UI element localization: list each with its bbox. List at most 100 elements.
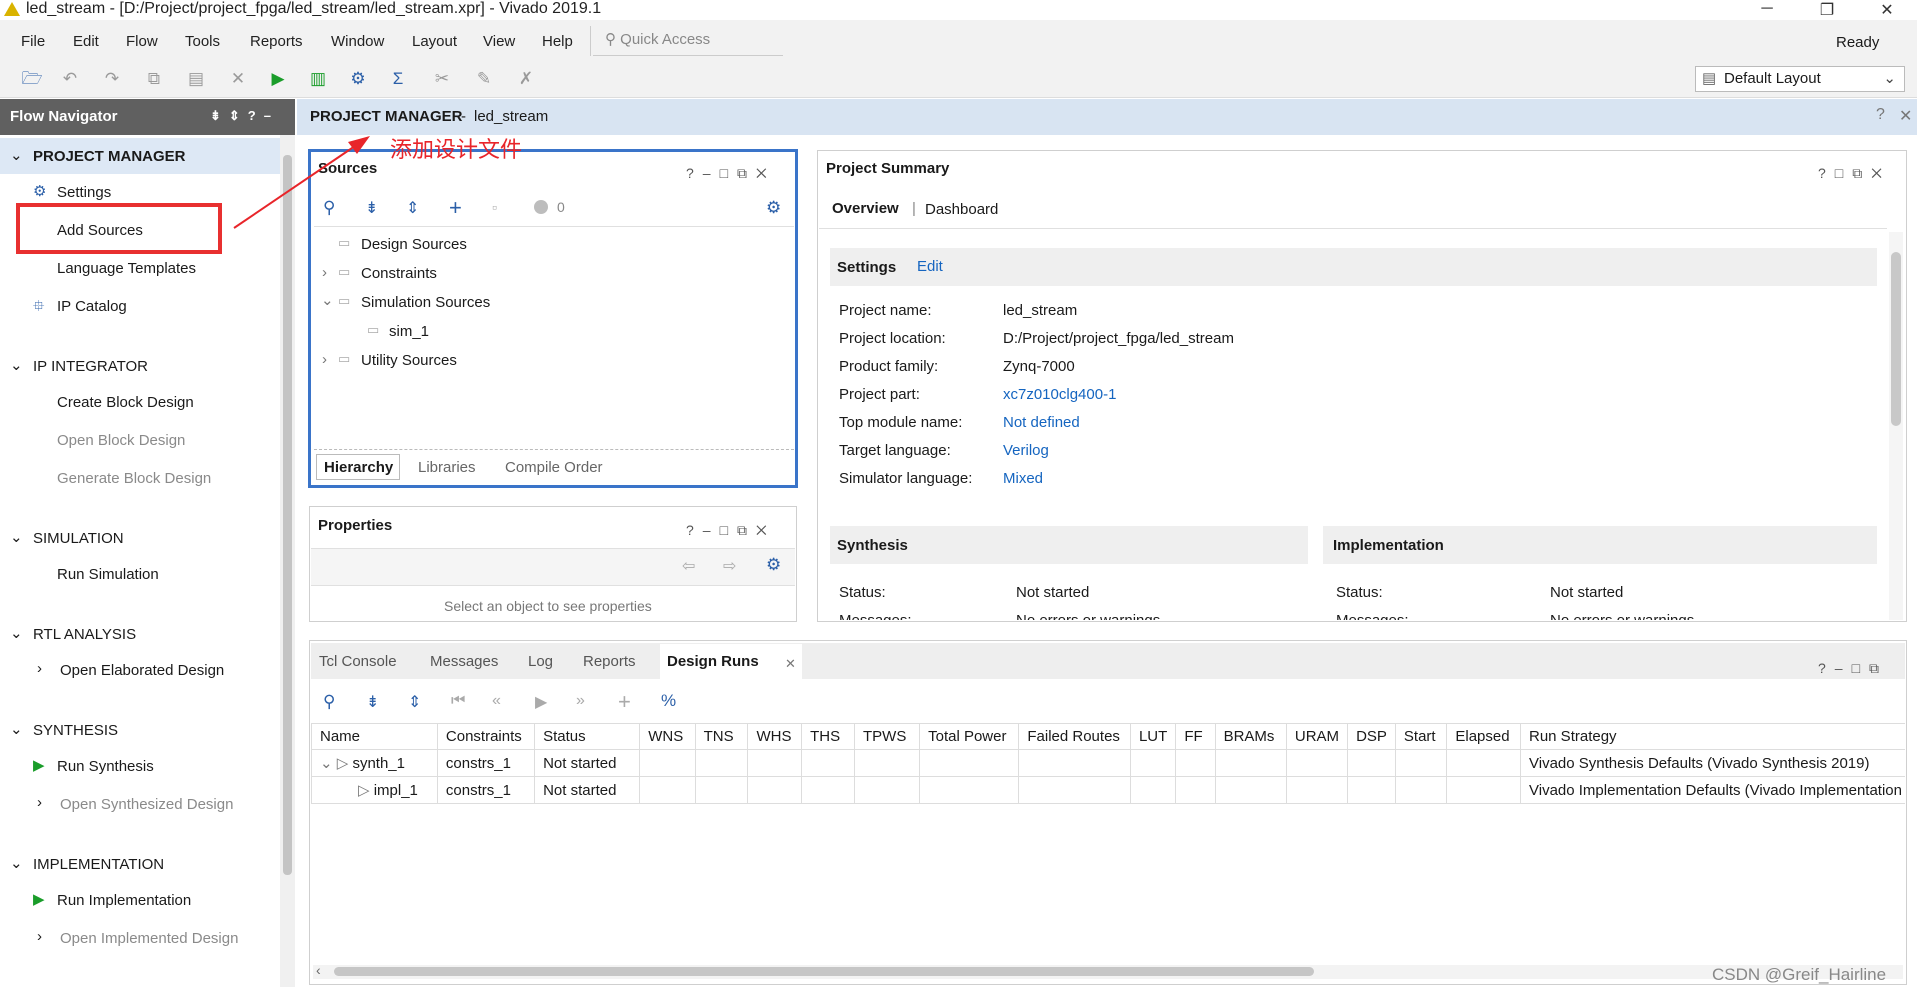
col-whs[interactable]: WHS: [747, 723, 803, 750]
chevron-right-icon[interactable]: ›: [37, 660, 42, 677]
section-project-manager[interactable]: PROJECT MANAGER: [33, 148, 186, 165]
summary-panel-controls[interactable]: ?□⧉✕: [1818, 165, 1891, 182]
field-top-module-link[interactable]: Not defined: [1003, 414, 1080, 431]
previous-icon[interactable]: «: [492, 692, 501, 710]
nav-settings[interactable]: Settings: [57, 184, 111, 201]
menu-tools[interactable]: Tools: [185, 33, 220, 50]
menu-window[interactable]: Window: [331, 33, 384, 50]
col-name[interactable]: Name: [311, 723, 438, 750]
field-project-part-link[interactable]: xc7z010clg400-1: [1003, 386, 1116, 403]
nav-open-block-design[interactable]: Open Block Design: [57, 432, 185, 449]
nav-ip-catalog[interactable]: IP Catalog: [57, 298, 127, 315]
section-simulation[interactable]: SIMULATION: [33, 530, 124, 547]
table-row[interactable]: ▷ impl_1 constrs_1 Not started Vivado Im…: [311, 776, 1905, 804]
section-ip-integrator[interactable]: IP INTEGRATOR: [33, 358, 148, 375]
chevron-down-icon[interactable]: ⌄: [10, 624, 23, 642]
field-simulator-language-link[interactable]: Mixed: [1003, 470, 1043, 487]
menu-view[interactable]: View: [483, 33, 515, 50]
generate-bitstream-icon[interactable]: ▥: [306, 67, 330, 91]
percent-icon[interactable]: %: [661, 691, 676, 711]
col-failed-routes[interactable]: Failed Routes: [1018, 723, 1131, 750]
layout-select[interactable]: ▤ Default Layout ⌄: [1695, 66, 1905, 92]
col-ff[interactable]: FF: [1175, 723, 1216, 750]
restore-icon[interactable]: ❐: [1807, 0, 1847, 20]
paste-icon[interactable]: ▤: [184, 67, 208, 91]
minimize-icon[interactable]: ─: [1747, 0, 1787, 20]
add-icon[interactable]: +: [618, 689, 631, 715]
nav-create-block-design[interactable]: Create Block Design: [57, 394, 194, 411]
tab-overview[interactable]: Overview: [832, 200, 899, 217]
table-row[interactable]: ⌄ ▷ synth_1 constrs_1 Not started Vivado…: [311, 749, 1905, 777]
first-icon[interactable]: ⏮: [451, 692, 465, 710]
close-icon[interactable]: ✕: [1867, 0, 1907, 20]
section-rtl-analysis[interactable]: RTL ANALYSIS: [33, 626, 136, 643]
col-dsp[interactable]: DSP: [1347, 723, 1396, 750]
tab-tcl-console[interactable]: Tcl Console: [319, 653, 397, 670]
col-elapsed[interactable]: Elapsed: [1446, 723, 1521, 750]
settings-edit-link[interactable]: Edit: [917, 258, 943, 275]
summary-scroll-thumb[interactable]: [1891, 252, 1901, 426]
section-implementation[interactable]: IMPLEMENTATION: [33, 856, 164, 873]
col-tns[interactable]: TNS: [694, 723, 749, 750]
chevron-down-icon[interactable]: ⌄: [10, 720, 23, 738]
scroll-left-icon[interactable]: ‹: [316, 962, 321, 978]
flow-navigator-scroll-thumb[interactable]: [283, 155, 292, 875]
nav-open-synthesized-design[interactable]: Open Synthesized Design: [60, 796, 233, 813]
col-tpws[interactable]: TPWS: [854, 723, 921, 750]
menu-reports[interactable]: Reports: [250, 33, 303, 50]
horizontal-scroll-thumb[interactable]: [334, 967, 1314, 976]
nav-run-implementation[interactable]: Run Implementation: [57, 892, 191, 909]
debug-icon[interactable]: ✂: [430, 67, 454, 91]
tab-messages[interactable]: Messages: [430, 653, 498, 670]
col-start[interactable]: Start: [1394, 723, 1448, 750]
col-run-strategy[interactable]: Run Strategy: [1520, 723, 1905, 750]
properties-panel-controls[interactable]: ?–□⧉✕: [686, 522, 776, 539]
nav-generate-block-design[interactable]: Generate Block Design: [57, 470, 211, 487]
close-panel-icon[interactable]: ✕: [1899, 106, 1912, 126]
chevron-down-icon[interactable]: ⌄: [10, 854, 23, 872]
flow-navigator-controls[interactable]: ⇟⇕?–: [210, 108, 279, 124]
help-icon[interactable]: ?: [1876, 106, 1885, 124]
wand-icon[interactable]: ✎: [472, 67, 496, 91]
quick-access-input[interactable]: ⚲ Quick Access: [593, 28, 783, 56]
tab-reports[interactable]: Reports: [583, 653, 636, 670]
chevron-right-icon[interactable]: ›: [37, 928, 42, 945]
open-project-icon[interactable]: 🗁: [20, 67, 44, 91]
chevron-down-icon[interactable]: ⌄: [10, 356, 23, 374]
expand-all-icon[interactable]: ⇕: [408, 692, 421, 712]
run-icon[interactable]: ▶: [266, 67, 290, 91]
menu-layout[interactable]: Layout: [412, 33, 457, 50]
chevron-down-icon[interactable]: ⌄: [10, 528, 23, 546]
col-constraints[interactable]: Constraints: [436, 723, 536, 750]
col-ths[interactable]: THS: [801, 723, 856, 750]
nav-open-elaborated-design[interactable]: Open Elaborated Design: [60, 662, 224, 679]
collapse-all-icon[interactable]: ⇟: [366, 692, 379, 712]
nav-run-simulation[interactable]: Run Simulation: [57, 566, 159, 583]
chevron-down-icon[interactable]: ⌄: [10, 146, 23, 164]
nav-run-synthesis[interactable]: Run Synthesis: [57, 758, 154, 775]
copy-icon[interactable]: ⧉: [142, 67, 166, 91]
menu-flow[interactable]: Flow: [126, 33, 158, 50]
close-tab-icon[interactable]: ✕: [785, 656, 796, 672]
search-icon[interactable]: ⚲: [323, 692, 335, 712]
run-name-cell[interactable]: ▷ impl_1: [311, 776, 438, 804]
section-synthesis[interactable]: SYNTHESIS: [33, 722, 118, 739]
field-target-language-link[interactable]: Verilog: [1003, 442, 1049, 459]
tool-icon[interactable]: ✗: [514, 67, 538, 91]
delete-icon[interactable]: ✕: [226, 67, 250, 91]
chevron-right-icon[interactable]: ›: [37, 794, 42, 811]
gear-icon[interactable]: ⚙: [766, 555, 781, 575]
nav-language-templates[interactable]: Language Templates: [57, 260, 196, 277]
col-total-power[interactable]: Total Power: [919, 723, 1020, 750]
nav-open-implemented-design[interactable]: Open Implemented Design: [60, 930, 238, 947]
settings-gear-icon[interactable]: ⚙: [346, 67, 370, 91]
menu-help[interactable]: Help: [542, 33, 573, 50]
sigma-icon[interactable]: Σ: [386, 67, 410, 91]
run-name-cell[interactable]: ⌄ ▷ synth_1: [311, 749, 438, 777]
col-uram[interactable]: URAM: [1285, 723, 1349, 750]
play-icon[interactable]: ▶: [535, 692, 547, 712]
menu-edit[interactable]: Edit: [73, 33, 99, 50]
tab-log[interactable]: Log: [528, 653, 553, 670]
redo-icon[interactable]: ↷: [100, 67, 124, 91]
undo-icon[interactable]: ↶: [58, 67, 82, 91]
